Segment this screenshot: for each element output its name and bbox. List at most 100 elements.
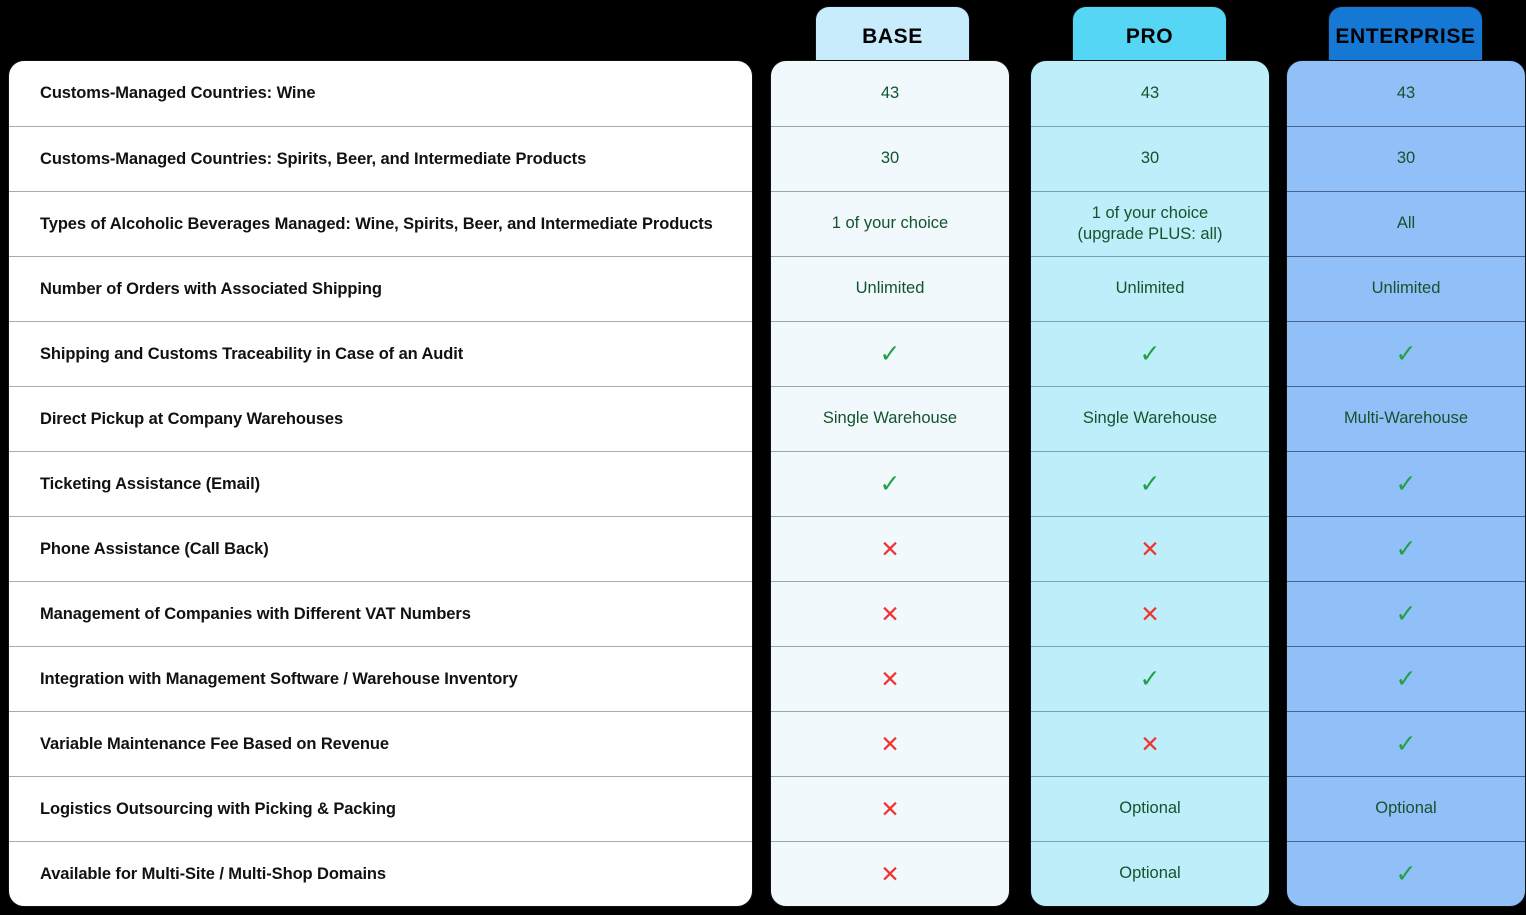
plan-value-cell: ✕ xyxy=(771,711,1009,776)
plan-value-cell: ✓ xyxy=(1287,711,1525,776)
plan-value-cell: Unlimited xyxy=(771,256,1009,321)
feature-label-row: Logistics Outsourcing with Picking & Pac… xyxy=(9,776,752,841)
plan-value-cell: 30 xyxy=(771,126,1009,191)
plan-tab-base-label: BASE xyxy=(862,25,923,48)
cross-icon: ✕ xyxy=(880,860,900,887)
check-icon: ✓ xyxy=(1395,339,1417,368)
plan-tab-base[interactable]: BASE xyxy=(815,6,970,68)
plan-value-text: 1 of your choice (upgrade PLUS: all) xyxy=(1077,203,1223,243)
cross-icon: ✕ xyxy=(880,730,900,757)
feature-label-text: Shipping and Customs Traceability in Cas… xyxy=(40,344,464,363)
plan-value-cell: Multi-Warehouse xyxy=(1287,386,1525,451)
plan-value-cell: ✕ xyxy=(771,581,1009,646)
plan-value-text: Single Warehouse xyxy=(1082,409,1218,428)
plan-value-text: Unlimited xyxy=(1371,279,1441,298)
check-icon: ✓ xyxy=(1395,599,1417,628)
cross-icon: ✕ xyxy=(880,535,900,562)
plan-value-text: Optional xyxy=(1119,864,1181,883)
plan-value-cell: Single Warehouse xyxy=(1031,386,1269,451)
check-icon: ✓ xyxy=(1395,664,1417,693)
feature-label-row: Ticketing Assistance (Email) xyxy=(9,451,752,516)
feature-label-text: Number of Orders with Associated Shippin… xyxy=(40,279,382,298)
plan-value-cell: ✕ xyxy=(1031,581,1269,646)
plan-value-text: Multi-Warehouse xyxy=(1343,409,1469,428)
plan-value-cell: ✓ xyxy=(1287,841,1525,906)
plan-tab-enterprise[interactable]: ENTERPRISE xyxy=(1328,6,1483,68)
plan-tab-pro[interactable]: PRO xyxy=(1072,6,1227,68)
feature-label-row: Shipping and Customs Traceability in Cas… xyxy=(9,321,752,386)
plan-value-text: 43 xyxy=(1140,83,1160,102)
plan-value-text: Optional xyxy=(1119,799,1181,818)
feature-label-row: Types of Alcoholic Beverages Managed: Wi… xyxy=(9,191,752,256)
plan-value-cell: Unlimited xyxy=(1031,256,1269,321)
plan-value-cell: Single Warehouse xyxy=(771,386,1009,451)
plan-value-cell: ✓ xyxy=(1287,321,1525,386)
feature-label-text: Types of Alcoholic Beverages Managed: Wi… xyxy=(40,214,713,233)
cross-icon: ✕ xyxy=(1140,600,1160,627)
check-icon: ✓ xyxy=(1395,469,1417,498)
plan-value-text: Unlimited xyxy=(1115,279,1185,298)
plan-value-cell: ✓ xyxy=(1287,451,1525,516)
feature-label-text: Direct Pickup at Company Warehouses xyxy=(40,409,344,428)
feature-label-row: Available for Multi-Site / Multi-Shop Do… xyxy=(9,841,752,906)
check-icon: ✓ xyxy=(879,469,901,498)
plan-value-cell: 30 xyxy=(1287,126,1525,191)
plan-value-text: 1 of your choice xyxy=(831,214,949,233)
cross-icon: ✕ xyxy=(1140,535,1160,562)
plan-column-enterprise: 43 30 All Unlimited ✓ Multi-Warehouse ✓ ✓ ✓ ✓ ✓ Opt… xyxy=(1286,60,1526,907)
plan-value-cell: ✕ xyxy=(1031,711,1269,776)
plan-value-text: Unlimited xyxy=(855,279,925,298)
feature-label-text: Ticketing Assistance (Email) xyxy=(40,474,261,493)
feature-label-text: Available for Multi-Site / Multi-Shop Do… xyxy=(40,864,386,883)
feature-label-row: Customs-Managed Countries: Spirits, Beer… xyxy=(9,126,752,191)
cross-icon: ✕ xyxy=(880,665,900,692)
cross-icon: ✕ xyxy=(880,795,900,822)
plan-column-pro: 43 30 1 of your choice (upgrade PLUS: all)… xyxy=(1030,60,1270,907)
plan-value-text: All xyxy=(1396,214,1416,233)
plan-value-text: 43 xyxy=(880,83,900,102)
plan-value-text: 30 xyxy=(880,149,900,168)
plan-tab-enterprise-label: ENTERPRISE xyxy=(1335,25,1476,48)
feature-label-text: Management of Companies with Different V… xyxy=(40,604,471,623)
feature-label-column: Customs-Managed Countries: Wine Customs-M… xyxy=(8,60,753,907)
plan-value-cell: ✕ xyxy=(771,776,1009,841)
plan-value-cell: 1 of your choice xyxy=(771,191,1009,256)
plan-value-cell: 1 of your choice (upgrade PLUS: all) xyxy=(1031,191,1269,256)
plan-value-text: 43 xyxy=(1396,83,1416,102)
plan-tabs: BASE PRO ENTERPRISE xyxy=(0,6,1526,68)
check-icon: ✓ xyxy=(1139,664,1161,693)
plan-value-cell: ✓ xyxy=(771,321,1009,386)
check-icon: ✓ xyxy=(1395,859,1417,888)
plan-value-cell: ✓ xyxy=(1031,646,1269,711)
feature-label-row: Phone Assistance (Call Back) xyxy=(9,516,752,581)
feature-label-row: Variable Maintenance Fee Based on Revenu… xyxy=(9,711,752,776)
feature-label-row: Integration with Management Software / W… xyxy=(9,646,752,711)
check-icon: ✓ xyxy=(879,339,901,368)
feature-label-text: Phone Assistance (Call Back) xyxy=(40,539,269,558)
plan-value-text: Optional xyxy=(1375,799,1437,818)
plan-value-cell: Unlimited xyxy=(1287,256,1525,321)
plan-value-cell: ✕ xyxy=(771,646,1009,711)
check-icon: ✓ xyxy=(1139,469,1161,498)
cross-icon: ✕ xyxy=(880,600,900,627)
feature-label-text: Logistics Outsourcing with Picking & Pac… xyxy=(40,799,396,818)
plan-value-text: 30 xyxy=(1140,149,1160,168)
plan-value-cell: ✓ xyxy=(1287,646,1525,711)
plan-value-cell: 43 xyxy=(771,61,1009,126)
check-icon: ✓ xyxy=(1395,729,1417,758)
feature-label-text: Variable Maintenance Fee Based on Revenu… xyxy=(40,734,389,753)
plan-value-cell: ✓ xyxy=(1287,581,1525,646)
plan-value-cell: ✓ xyxy=(1031,451,1269,516)
plan-value-cell: ✓ xyxy=(1287,516,1525,581)
plan-tab-pro-label: PRO xyxy=(1125,25,1174,48)
plan-value-cell: ✕ xyxy=(771,841,1009,906)
cross-icon: ✕ xyxy=(1140,730,1160,757)
plan-value-cell: ✕ xyxy=(1031,516,1269,581)
feature-label-row: Customs-Managed Countries: Wine xyxy=(9,61,752,126)
plan-value-cell: 43 xyxy=(1287,61,1525,126)
feature-label-text: Integration with Management Software / W… xyxy=(40,669,518,688)
plan-value-cell: ✓ xyxy=(771,451,1009,516)
plan-value-cell: 43 xyxy=(1031,61,1269,126)
plan-value-cell: All xyxy=(1287,191,1525,256)
check-icon: ✓ xyxy=(1395,534,1417,563)
